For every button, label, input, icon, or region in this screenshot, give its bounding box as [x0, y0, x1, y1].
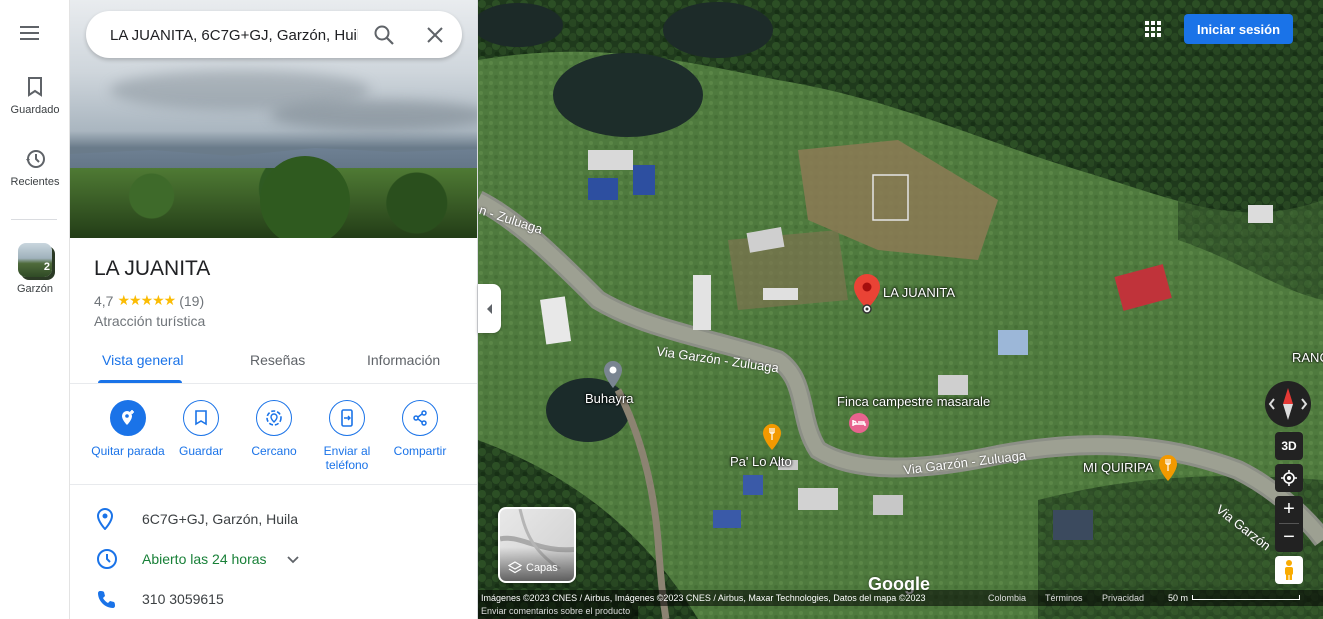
layers-button[interactable]: Capas	[498, 507, 576, 583]
save-button[interactable]: Guardar	[161, 400, 241, 458]
terms-link[interactable]: Términos	[1045, 593, 1083, 603]
tab-about[interactable]: Información	[367, 352, 440, 368]
search-icon[interactable]	[372, 23, 396, 47]
satellite-map[interactable]: LA JUANITA Buhayra Finca campestre masar…	[478, 0, 1323, 619]
3d-toggle-button[interactable]: 3D	[1275, 432, 1303, 460]
nearby-label: Cercano	[251, 444, 297, 458]
scale-bar	[1192, 595, 1300, 600]
search-box	[86, 11, 462, 58]
history-icon	[26, 150, 45, 168]
phone-text: 310 3059615	[142, 591, 224, 607]
share-button[interactable]: Compartir	[380, 400, 460, 458]
apps-grid-icon[interactable]	[1143, 19, 1163, 39]
my-location-icon[interactable]	[1275, 464, 1303, 492]
recent-place-thumbnail: 2	[18, 243, 52, 277]
rating-row: 4,7 ★★★★★ (19)	[94, 292, 204, 309]
layers-icon	[508, 561, 522, 574]
hours-text: Abierto las 24 horas	[142, 551, 267, 567]
privacy-link[interactable]: Privacidad	[1102, 593, 1144, 603]
nearby-icon	[256, 400, 292, 436]
zoom-controls: + −	[1275, 496, 1303, 552]
chevron-left-icon	[486, 303, 492, 314]
scale-label[interactable]: 50 m	[1168, 593, 1188, 603]
search-input[interactable]	[110, 24, 358, 46]
recent-place-label: Garzón	[16, 283, 54, 295]
address-text: 6C7G+GJ, Garzón, Huila	[142, 511, 299, 527]
map-pin-icon[interactable]	[852, 273, 882, 315]
restaurant-marker-icon[interactable]	[1158, 454, 1178, 482]
chevron-down-icon[interactable]	[286, 552, 300, 566]
lodging-icon[interactable]	[848, 412, 870, 434]
close-icon[interactable]	[423, 23, 447, 47]
menu-icon[interactable]	[20, 22, 48, 48]
remove-stop-label: Quitar parada	[91, 444, 165, 458]
rating-value: 4,7	[94, 292, 114, 309]
compass-icon[interactable]	[1265, 381, 1311, 427]
send-to-phone-button[interactable]: Enviar al teléfono	[307, 400, 387, 472]
place-label-ranc[interactable]: RANC	[1292, 350, 1323, 365]
recent-label: Recientes	[10, 176, 60, 188]
layers-label: Capas	[526, 562, 558, 574]
place-category[interactable]: Atracción turística	[94, 313, 205, 329]
attribution-text: Imágenes ©2023 CNES / Airbus, Imágenes ©…	[481, 593, 926, 603]
pin-label[interactable]: LA JUANITA	[883, 285, 955, 300]
share-icon	[402, 400, 438, 436]
saved-button[interactable]: Guardado	[0, 76, 70, 116]
section-divider	[70, 484, 477, 485]
bookmark-icon	[28, 77, 42, 97]
phone-row[interactable]: 310 3059615	[70, 582, 477, 618]
rail-divider	[11, 219, 57, 220]
tab-reviews[interactable]: Reseñas	[250, 352, 305, 368]
action-buttons: Quitar parada Guardar Cercano Enviar al …	[70, 400, 477, 480]
place-title: LA JUANITA	[94, 257, 211, 280]
saved-label: Guardado	[10, 104, 60, 116]
clock-icon	[97, 549, 117, 569]
send-to-phone-label: Enviar al teléfono	[323, 444, 371, 472]
sign-in-button[interactable]: Iniciar sesión	[1184, 14, 1293, 44]
remove-stop-button[interactable]: Quitar parada	[88, 400, 168, 458]
collapse-panel-button[interactable]	[478, 284, 501, 333]
share-label: Compartir	[393, 444, 447, 458]
active-tab-indicator	[98, 380, 182, 383]
satellite-imagery	[478, 0, 1323, 619]
send-to-phone-icon	[329, 400, 365, 436]
place-tabs: Vista general Reseñas Información	[70, 340, 477, 384]
nearby-button[interactable]: Cercano	[234, 400, 314, 458]
phone-icon	[98, 591, 115, 608]
add-stop-icon	[110, 400, 146, 436]
zoom-in-button[interactable]: +	[1275, 496, 1303, 524]
rating-stars: ★★★★★	[117, 292, 176, 308]
left-rail: Guardado Recientes 2 Garzón	[0, 0, 70, 619]
place-label-pa-lo-alto[interactable]: Pa' Lo Alto	[730, 454, 792, 469]
place-label-buhayra[interactable]: Buhayra	[585, 391, 633, 406]
place-panel: LA JUANITA 4,7 ★★★★★ (19) Atracción turí…	[70, 0, 478, 619]
maps-app: Guardado Recientes 2 Garzón LA JUANITA, …	[0, 0, 1323, 619]
review-count[interactable]: (19)	[179, 293, 204, 309]
place-label-mi-quiripa[interactable]: MI QUIRIPA	[1083, 460, 1154, 475]
country-link[interactable]: Colombia	[988, 593, 1026, 603]
place-label-finca[interactable]: Finca campestre masarale	[837, 394, 990, 409]
zoom-out-button[interactable]: −	[1275, 524, 1303, 552]
recent-place-garzon[interactable]: 2 Garzón	[0, 243, 70, 295]
restaurant-marker-icon[interactable]	[762, 423, 782, 451]
save-label: Guardar	[178, 444, 224, 458]
bookmark-icon	[183, 400, 219, 436]
feedback-link[interactable]: Enviar comentarios sobre el producto	[481, 606, 630, 616]
tab-overview[interactable]: Vista general	[102, 352, 183, 368]
map-footer: Imágenes ©2023 CNES / Airbus, Imágenes ©…	[478, 590, 1323, 619]
pegman-icon[interactable]	[1275, 556, 1303, 584]
place-marker-icon[interactable]	[602, 360, 624, 390]
recent-place-count: 2	[43, 261, 50, 273]
address-row[interactable]: 6C7G+GJ, Garzón, Huila	[70, 502, 477, 538]
location-pin-icon	[96, 508, 114, 530]
hours-row[interactable]: Abierto las 24 horas	[70, 542, 477, 578]
recent-button[interactable]: Recientes	[0, 148, 70, 188]
